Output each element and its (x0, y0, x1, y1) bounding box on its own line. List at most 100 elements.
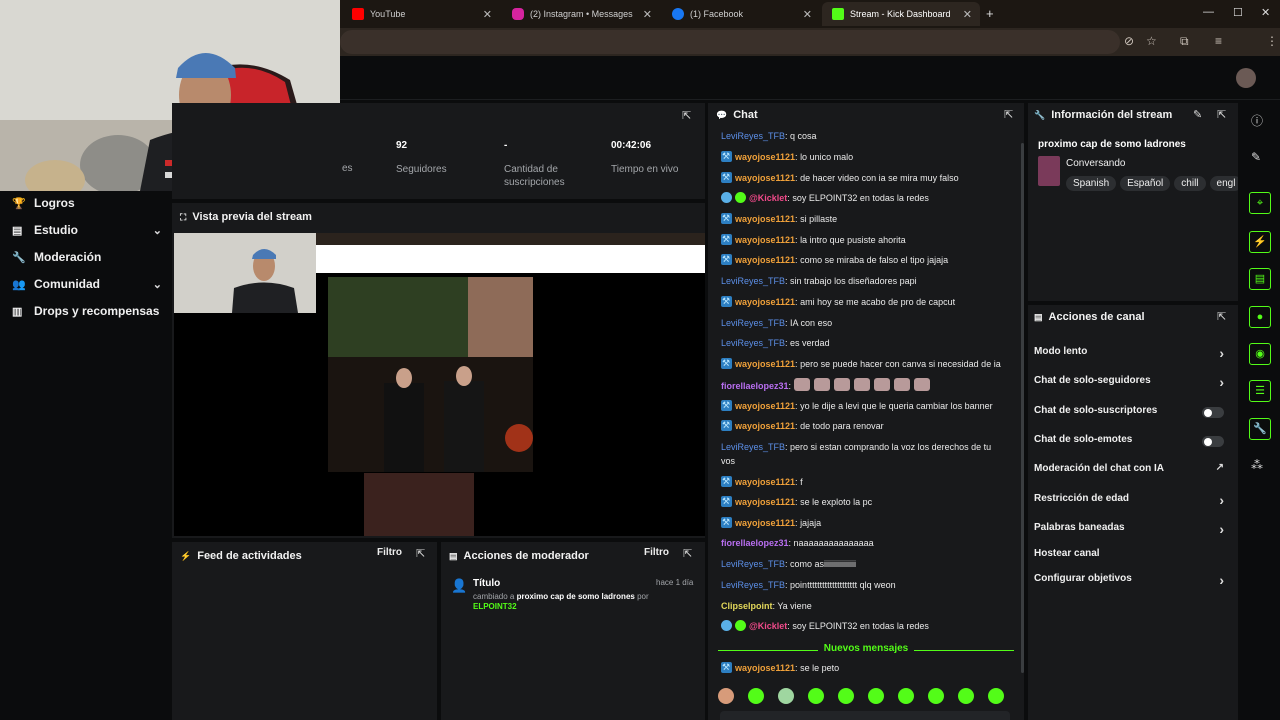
channel-action-row[interactable]: Modo lento › (1034, 345, 1230, 361)
maximize-button[interactable]: ☐ (1233, 6, 1243, 19)
chat-username[interactable]: wayojose1121 (735, 497, 795, 507)
media-icon[interactable]: ≡ (1215, 34, 1222, 48)
share-icon[interactable]: ⁂ (1251, 458, 1263, 472)
chat-username[interactable]: wayojose1121 (735, 421, 795, 431)
chat-username[interactable]: fiorellaelopez31 (721, 538, 789, 548)
expand-icon[interactable]: ⇱ (1004, 108, 1013, 121)
emote-icon[interactable] (808, 688, 824, 704)
chevron-down-icon: ⌄ (152, 278, 162, 291)
verified-badge-icon (735, 192, 746, 203)
tab-youtube[interactable]: YouTube ✕ (342, 2, 500, 26)
edit-icon[interactable]: ✎ (1193, 108, 1202, 121)
channel-action-row[interactable]: Restricción de edad › (1034, 492, 1230, 508)
emote-icon[interactable] (928, 688, 944, 704)
pencil-icon[interactable]: ✎ (1251, 150, 1261, 164)
document-icon[interactable]: ▤ (1249, 268, 1271, 290)
new-tab-button[interactable]: + (986, 6, 994, 21)
chat-username[interactable]: @Kicklet (749, 621, 787, 631)
close-icon[interactable]: ✕ (963, 8, 972, 21)
chat-icon[interactable]: ● (1249, 306, 1271, 328)
stream-preview-video[interactable] (174, 233, 705, 536)
toggle-switch[interactable] (1202, 407, 1224, 418)
expand-icon[interactable]: ⇱ (1217, 310, 1226, 323)
info-icon[interactable]: ⓘ (1251, 112, 1263, 129)
chat-username[interactable]: wayojose1121 (735, 477, 795, 487)
tab-instagram[interactable]: (2) Instagram • Messages ✕ (502, 2, 660, 26)
chat-username[interactable]: wayojose1121 (735, 255, 795, 265)
chat-message: Clipselpoint: Ya viene (721, 601, 812, 611)
filter-button[interactable]: Filtro (644, 547, 669, 558)
chat-username[interactable]: wayojose1121 (735, 235, 795, 245)
url-field[interactable] (340, 30, 1120, 54)
chat-message: fiorellaelopez31: (721, 378, 1007, 393)
minimize-button[interactable]: — (1203, 6, 1214, 18)
chat-username[interactable]: wayojose1121 (735, 401, 795, 411)
expand-icon[interactable]: ⇱ (1217, 108, 1226, 121)
close-icon[interactable]: ✕ (643, 8, 652, 21)
chat-username[interactable]: LeviReyes_TFB (721, 559, 785, 569)
chat-username[interactable]: LeviReyes_TFB (721, 276, 785, 286)
channel-action-row[interactable]: Hostear canal (1034, 548, 1230, 562)
channel-action-row[interactable]: Chat de solo-suscriptores (1034, 405, 1230, 419)
emote-icon[interactable] (868, 688, 884, 704)
emote-icon[interactable] (898, 688, 914, 704)
window-close-button[interactable]: ✕ (1261, 6, 1270, 19)
bookmark-star-icon[interactable]: ☆ (1146, 34, 1157, 48)
chat-username[interactable]: wayojose1121 (735, 663, 795, 673)
chat-scrollbar[interactable] (1021, 143, 1024, 673)
channel-action-row[interactable]: Palabras baneadas › (1034, 521, 1230, 537)
channel-action-row[interactable]: Configurar objetivos › (1034, 572, 1230, 588)
channel-action-row[interactable]: Chat de solo-seguidores › (1034, 374, 1230, 390)
list-icon[interactable]: ☰ (1249, 380, 1271, 402)
chat-panel: 💬 Chat ⇱ LeviReyes_TFB: q cosa wayojose11… (708, 103, 1024, 720)
close-icon[interactable]: ✕ (483, 8, 492, 21)
chat-username[interactable]: wayojose1121 (735, 214, 795, 224)
eye-off-icon[interactable]: ⊘ (1124, 34, 1134, 48)
filter-button[interactable]: Filtro (377, 547, 402, 558)
chat-username[interactable]: LeviReyes_TFB (721, 131, 785, 141)
channel-action-row[interactable]: Moderación del chat con IA ↗ (1034, 462, 1230, 477)
chat-username[interactable]: wayojose1121 (735, 297, 795, 307)
emote-icon[interactable] (958, 688, 974, 704)
emote-icon[interactable] (778, 688, 794, 704)
avatar[interactable] (1236, 68, 1256, 88)
expand-icon[interactable]: ⇱ (683, 547, 692, 560)
tab-facebook[interactable]: (1) Facebook ✕ (662, 2, 820, 26)
menu-kebab-icon[interactable]: ⋮ (1266, 34, 1278, 48)
stat-label: es (342, 163, 353, 174)
expand-icon[interactable]: ⇱ (682, 109, 691, 122)
chat-username[interactable]: Clipselpoint (721, 601, 773, 611)
chat-username[interactable]: LeviReyes_TFB (721, 318, 785, 328)
chat-username[interactable]: LeviReyes_TFB (721, 442, 785, 452)
bolt-icon[interactable]: ⚡ (1249, 231, 1271, 253)
chat-username[interactable]: @Kicklet (749, 193, 787, 203)
chat-username[interactable]: wayojose1121 (735, 173, 795, 183)
emote-icon[interactable] (718, 688, 734, 704)
mod-username[interactable]: ELPOINT32 (473, 602, 517, 611)
tab-kick-dashboard[interactable]: Stream - Kick Dashboard ✕ (822, 2, 980, 26)
emote-icon[interactable] (838, 688, 854, 704)
toggle-switch[interactable] (1202, 436, 1224, 447)
emote-icon[interactable] (748, 688, 764, 704)
expand-icon[interactable]: ⇱ (416, 547, 425, 560)
chat-username[interactable]: wayojose1121 (735, 152, 795, 162)
chat-username[interactable]: LeviReyes_TFB (721, 338, 785, 348)
broadcast-icon[interactable]: ◉ (1249, 343, 1271, 365)
close-icon[interactable]: ✕ (803, 8, 812, 21)
emote-icon[interactable] (988, 688, 1004, 704)
chat-username[interactable]: wayojose1121 (735, 518, 795, 528)
sidebar-item-moderacion[interactable]: 🔧 Moderación (12, 248, 162, 266)
chat-input[interactable] (720, 711, 1010, 720)
channel-action-row[interactable]: Chat de solo-emotes (1034, 434, 1230, 448)
external-link-icon: ↗ (1215, 462, 1224, 473)
chat-username[interactable]: fiorellaelopez31 (721, 381, 789, 391)
sidebar-item-drops[interactable]: ▥ Drops y recompensas (12, 302, 162, 320)
wrench-icon[interactable]: 🔧 (1249, 418, 1271, 440)
sidebar-item-estudio[interactable]: ▤ Estudio ⌄ (12, 221, 162, 239)
sidebar-item-logros[interactable]: 🏆 Logros (12, 194, 162, 212)
chat-username[interactable]: LeviReyes_TFB (721, 580, 785, 590)
chat-username[interactable]: wayojose1121 (735, 359, 795, 369)
extensions-icon[interactable]: ⧉ (1180, 34, 1189, 49)
target-icon[interactable]: ⌖ (1249, 192, 1271, 214)
sidebar-item-comunidad[interactable]: 👥 Comunidad ⌄ (12, 275, 162, 293)
